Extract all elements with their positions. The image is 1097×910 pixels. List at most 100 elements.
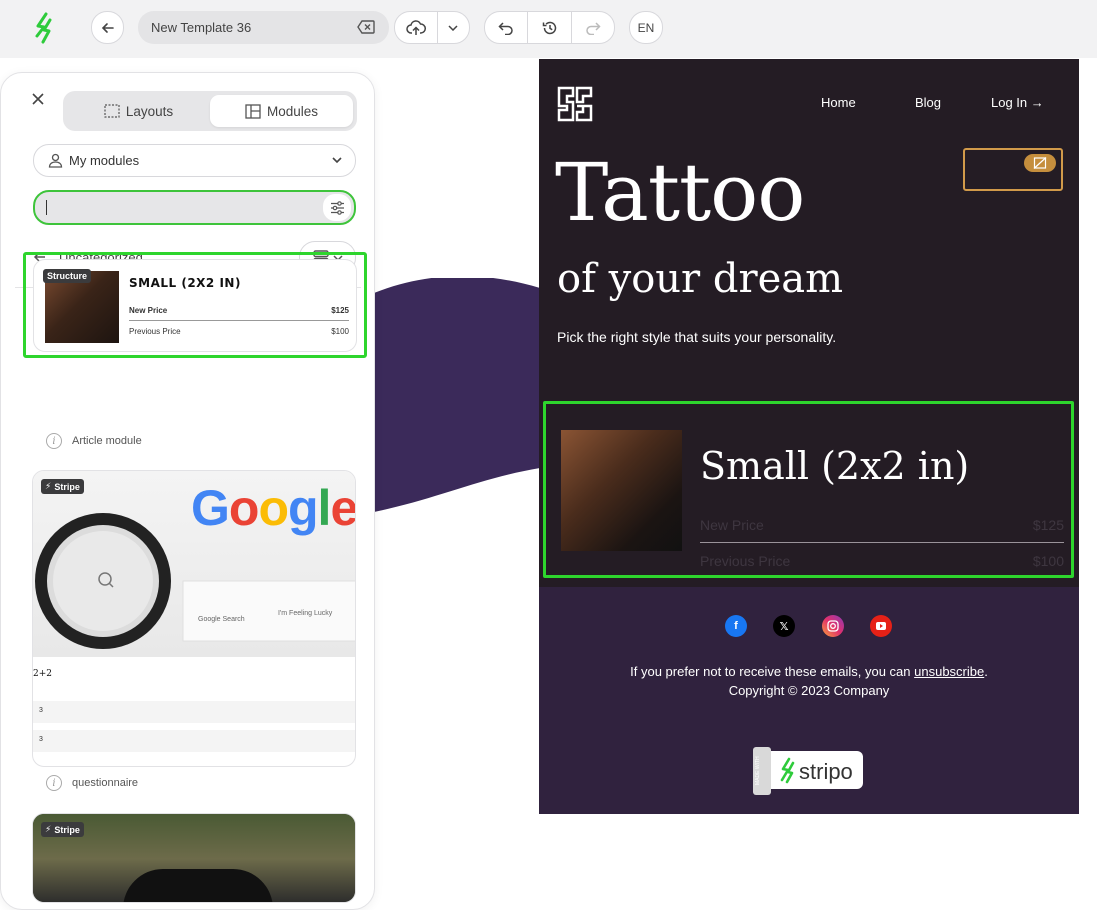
mailbox-shape — [123, 869, 273, 902]
google-letter: G — [191, 480, 230, 536]
nav-blog[interactable]: Blog — [915, 95, 941, 110]
history-button-group — [484, 11, 615, 44]
template-title-input[interactable]: New Template 36 — [138, 11, 389, 44]
stripo-brand-text: stripo — [799, 759, 853, 784]
unsubscribe-link[interactable]: unsubscribe — [914, 664, 984, 679]
question-text: 2+2 — [33, 669, 52, 679]
module-preview: Structure SMALL (2X2 IN) New Price $125 … — [33, 259, 357, 352]
google-letter: g — [288, 480, 319, 536]
back-button[interactable] — [91, 11, 124, 44]
cloud-upload-icon — [406, 19, 426, 35]
stripe-badge-label: Stripe — [54, 824, 80, 835]
module-source-dropdown[interactable]: My modules — [33, 144, 356, 177]
module-card-mailbox[interactable]: ⚡ Stripe — [32, 813, 356, 903]
divider — [129, 320, 349, 321]
product-title: Small (2x2 in) — [700, 444, 970, 488]
module-search-input[interactable] — [33, 190, 356, 225]
stripo-logo-icon[interactable] — [32, 12, 56, 44]
tab-modules[interactable]: Modules — [210, 95, 353, 127]
preview-price-row: New Price $125 — [129, 306, 349, 315]
selected-product-block[interactable]: Small (2x2 in) New Price $125 Previous P… — [543, 401, 1074, 578]
module-name-label: Article module — [72, 435, 142, 447]
brand-logo-icon[interactable] — [557, 86, 593, 122]
module-preview-title: SMALL (2X2 IN) — [129, 276, 241, 290]
email-preview: Home Blog Log In → Tattoo of your dream … — [539, 59, 1079, 814]
filter-button[interactable] — [323, 194, 351, 221]
facebook-icon[interactable]: f — [725, 615, 747, 637]
made-with-stripo-badge[interactable]: MADE WITH stripo — [753, 747, 865, 795]
footer-text-end: . — [984, 664, 988, 679]
close-panel-button[interactable] — [32, 89, 44, 110]
filter-sliders-icon — [330, 200, 344, 215]
module-name-label: questionnaire — [72, 777, 139, 789]
instagram-icon[interactable] — [822, 615, 844, 637]
chevron-down-icon — [332, 157, 342, 164]
module-source-label: My modules — [69, 153, 140, 168]
preview-new-price-label: New Price — [129, 306, 168, 315]
google-search-preview-image: Google Search I'm Feeling Lucky Google — [33, 471, 356, 657]
close-icon — [32, 93, 44, 105]
version-history-button[interactable] — [528, 12, 570, 43]
youtube-icon[interactable] — [870, 615, 892, 637]
answer-row: 3 — [33, 730, 355, 752]
divider — [700, 542, 1064, 543]
unsubscribe-text: If you prefer not to receive these email… — [539, 664, 1079, 679]
new-price-row: New Price $125 — [700, 517, 1064, 533]
footer-text: If you prefer not to receive these email… — [630, 664, 915, 679]
new-price-value: $125 — [1032, 517, 1064, 533]
svg-text:Google Search: Google Search — [198, 616, 245, 623]
undo-button[interactable] — [485, 12, 527, 43]
save-options-dropdown[interactable] — [438, 12, 469, 43]
module-card-article[interactable]: Structure SMALL (2X2 IN) New Price $125 … — [23, 252, 367, 358]
google-letter: o — [258, 480, 289, 536]
image-placeholder[interactable] — [963, 148, 1063, 191]
redo-icon — [586, 21, 601, 35]
hero-subtitle: of your dream — [557, 256, 844, 302]
preview-new-price: $125 — [331, 306, 349, 315]
module-card-questionnaire[interactable]: Google Search I'm Feeling Lucky Google ⚡… — [32, 470, 356, 767]
panel-tabs: Layouts Modules — [63, 91, 357, 131]
tab-modules-label: Modules — [266, 103, 319, 119]
x-icon[interactable]: 𝕏 — [773, 615, 795, 637]
image-off-icon — [1033, 157, 1047, 169]
answer-row: 3 — [33, 701, 355, 723]
preview-prev-price: $100 — [331, 327, 349, 336]
upload-button[interactable] — [395, 12, 437, 43]
save-button-group — [394, 11, 470, 44]
google-letter: o — [228, 480, 260, 536]
user-icon — [48, 153, 63, 168]
preview-prev-price-label: Previous Price — [129, 327, 181, 336]
tab-layouts-label: Layouts — [125, 103, 174, 119]
svg-text:I'm Feeling Lucky: I'm Feeling Lucky — [278, 610, 333, 617]
info-icon[interactable]: i — [46, 775, 62, 791]
tab-layouts[interactable]: Layouts — [67, 95, 210, 127]
redo-button[interactable] — [572, 12, 614, 43]
template-title-text: New Template 36 — [151, 20, 252, 35]
previous-price-value: $100 — [1032, 553, 1064, 569]
hide-image-toggle[interactable] — [1024, 154, 1056, 172]
hero-text: Pick the right style that suits your per… — [557, 329, 837, 345]
module-name-row: i questionnaire — [46, 775, 138, 791]
nav-login[interactable]: Log In → — [991, 95, 1044, 110]
module-name-row: i Article module — [46, 433, 142, 449]
google-letter: e — [330, 480, 356, 536]
clear-input-icon[interactable] — [357, 20, 375, 34]
play-icon — [876, 622, 886, 630]
previous-price-row: Previous Price $100 — [700, 553, 1064, 569]
undo-icon — [498, 21, 513, 35]
new-price-label: New Price — [700, 517, 764, 533]
google-letter: l — [317, 480, 332, 536]
tattoo-product-image — [561, 430, 682, 551]
made-with-text: MADE WITH — [755, 756, 761, 786]
info-icon[interactable]: i — [46, 433, 62, 449]
structure-badge: Structure — [43, 269, 92, 283]
hero-title: Tattoo — [555, 146, 805, 239]
lightning-icon: ⚡ — [45, 824, 52, 834]
nav-home[interactable]: Home — [821, 95, 856, 110]
chevron-down-icon — [448, 24, 458, 31]
arrow-left-icon — [101, 22, 114, 33]
stripe-badge: ⚡ Stripe — [41, 822, 84, 837]
language-button[interactable]: EN — [629, 11, 663, 44]
preview-price-row: Previous Price $100 — [129, 327, 349, 336]
modules-icon — [245, 103, 261, 119]
